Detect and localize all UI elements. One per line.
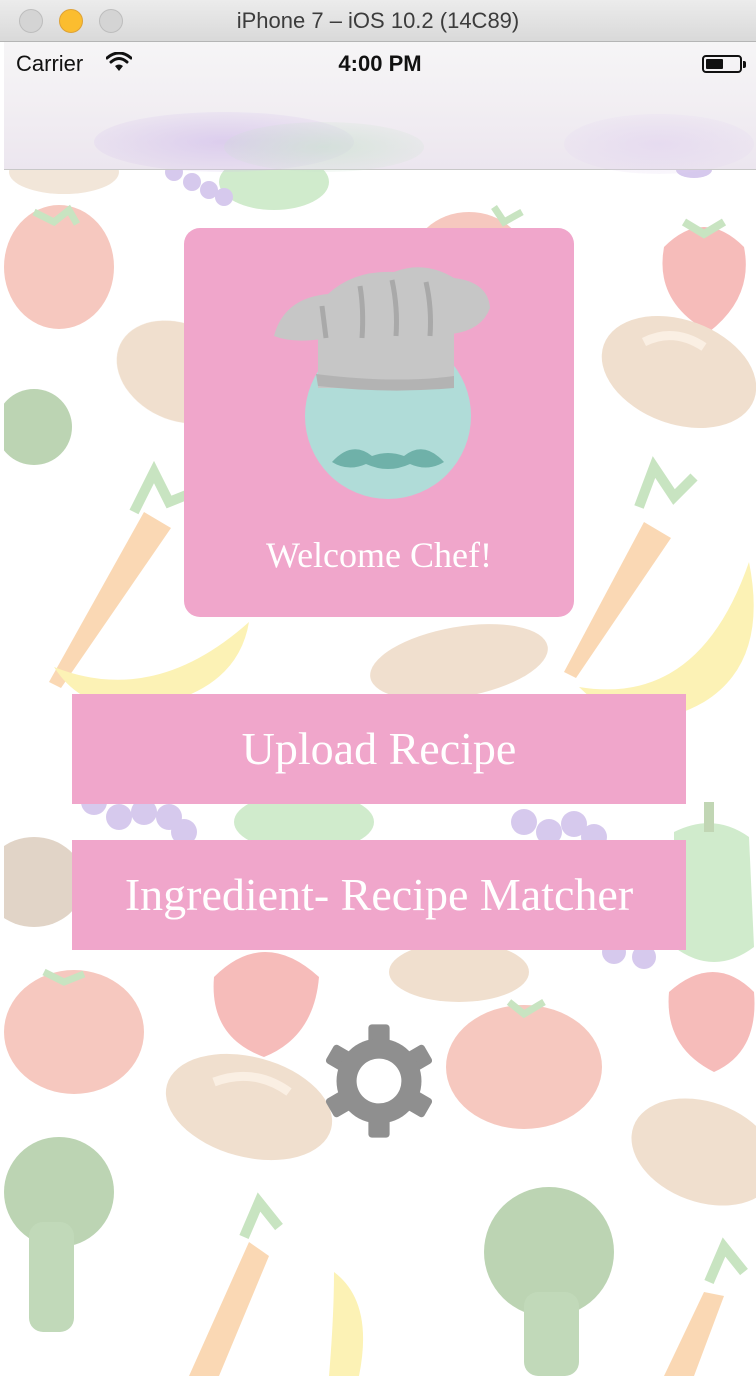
- window-title: iPhone 7 – iOS 10.2 (14C89): [236, 8, 520, 33]
- ingredient-recipe-matcher-button[interactable]: Ingredient- Recipe Matcher: [72, 840, 686, 950]
- chef-logo-icon: [274, 267, 490, 499]
- status-bar: Carrier 4:00 PM: [4, 42, 756, 82]
- welcome-text: Welcome Chef!: [265, 535, 492, 575]
- battery-icon: [702, 55, 746, 73]
- simulator-titlebar: iPhone 7 – iOS 10.2 (14C89): [0, 0, 756, 42]
- status-time: 4:00 PM: [338, 51, 422, 76]
- gear-icon[interactable]: [320, 1022, 438, 1140]
- welcome-card: Welcome Chef!: [184, 228, 574, 617]
- phone-screen: Carrier 4:00 PM Welcome Chef! Upload Rec…: [4, 42, 756, 1376]
- upload-recipe-button[interactable]: Upload Recipe: [72, 694, 686, 804]
- navigation-bar: Carrier 4:00 PM: [4, 42, 756, 174]
